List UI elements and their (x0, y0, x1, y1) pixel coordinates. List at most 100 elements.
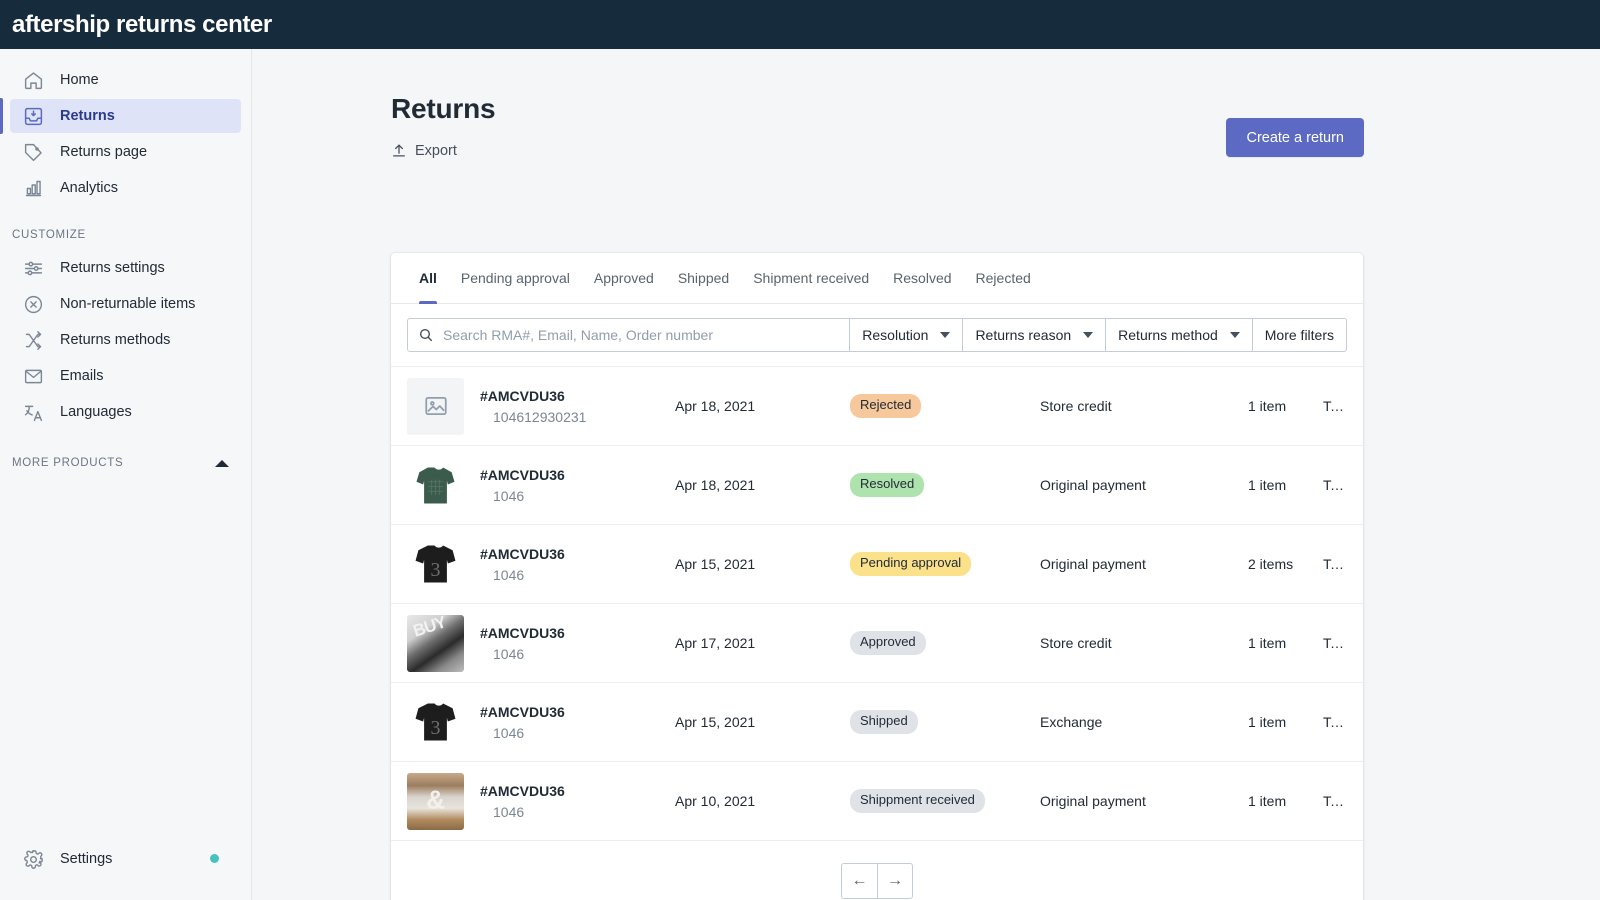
create-a-return-button[interactable]: Create a return (1226, 118, 1364, 157)
sidebar-item-home[interactable]: Home (10, 63, 241, 97)
resolution-cell: Store credit (1040, 398, 1248, 414)
tab-all[interactable]: All (407, 253, 449, 304)
tab-rejected[interactable]: Rejected (964, 253, 1043, 304)
rma-number: #AMCVDU36 (480, 625, 675, 641)
tab-pending-approval[interactable]: Pending approval (449, 253, 582, 304)
sidebar-item-label: Settings (60, 851, 112, 867)
tab-approved[interactable]: Approved (582, 253, 666, 304)
tab-shipment-received[interactable]: Shipment received (741, 253, 881, 304)
translate-icon (22, 401, 44, 423)
order-number: 1046 (480, 488, 675, 504)
status-badge: Pending approval (850, 552, 971, 576)
pagination-group: ← → (841, 863, 913, 899)
order-number: 104612930231 (480, 409, 675, 425)
sidebar-item-label: Analytics (60, 180, 118, 196)
item-count-cell: 1 item (1248, 635, 1323, 651)
filter-returns-reason-button[interactable]: Returns reason (963, 318, 1106, 352)
sidebar-item-returns-page[interactable]: Returns page (10, 135, 241, 169)
sidebar-item-emails[interactable]: Emails (10, 359, 241, 393)
item-count-cell: 1 item (1248, 793, 1323, 809)
page-header: Returns Export Create a return (252, 49, 1600, 159)
return-date: Apr 15, 2021 (675, 714, 850, 730)
gear-icon (22, 848, 44, 870)
chevron-down-icon (1230, 332, 1240, 338)
customer-cell: Tester Poon (1323, 635, 1347, 651)
envelope-icon (22, 365, 44, 387)
table-row[interactable]: #AMCVDU36 1046 Apr 10, 2021 Shippment re… (391, 761, 1363, 840)
previous-page-button[interactable]: ← (841, 863, 877, 899)
chevron-down-icon (940, 332, 950, 338)
chevron-up-icon[interactable] (215, 460, 229, 467)
rma-number: #AMCVDU36 (480, 388, 675, 404)
return-date: Apr 18, 2021 (675, 477, 850, 493)
resolution-cell: Original payment (1040, 556, 1248, 572)
table-row[interactable]: 3 #AMCVDU36 1046 Apr 15, 2021 Pending ap… (391, 524, 1363, 603)
next-page-button[interactable]: → (877, 863, 913, 899)
order-number: 1046 (480, 567, 675, 583)
tab-resolved[interactable]: Resolved (881, 253, 963, 304)
more-products-label: MORE PRODUCTS (12, 457, 123, 469)
status-badge: Shippment received (850, 789, 985, 813)
sidebar-item-returns-settings[interactable]: Returns settings (10, 251, 241, 285)
product-thumbnail: 3 (407, 536, 464, 593)
order-number: 1046 (480, 725, 675, 741)
product-thumbnail (407, 378, 464, 435)
black-tshirt-thumbnail: 3 (407, 694, 464, 751)
settings-notification-dot (210, 854, 219, 863)
green-tshirt-thumbnail (407, 457, 464, 514)
table-row[interactable]: 3 #AMCVDU36 1046 Apr 15, 2021 Shipped Ex… (391, 682, 1363, 761)
sidebar-item-returns[interactable]: Returns (10, 99, 241, 133)
return-identifier: #AMCVDU36 1046 (480, 704, 675, 741)
sidebar-item-label: Home (60, 72, 99, 88)
warm-photo-thumbnail (407, 773, 464, 830)
product-thumbnail (407, 773, 464, 830)
item-count-cell: 2 items (1248, 556, 1323, 572)
sidebar-item-label: Returns settings (60, 260, 165, 276)
sidebar-customize-group: Returns settings Non-returnable items Re… (0, 251, 251, 429)
resolution-cell: Original payment (1040, 793, 1248, 809)
main-content: Returns Export Create a return All Pendi… (252, 49, 1600, 900)
more-filters-button[interactable]: More filters (1253, 318, 1347, 352)
table-row[interactable]: #AMCVDU36 1046 Apr 18, 2021 Resolved Ori… (391, 445, 1363, 524)
sidebar-item-label: Non-returnable items (60, 296, 195, 312)
svg-text:3: 3 (431, 716, 441, 738)
status-cell: Pending approval (850, 552, 1040, 576)
sidebar-primary-group: Home Returns Returns page Analytics (0, 49, 251, 205)
pagination-bar: ← → (391, 840, 1363, 900)
customer-cell: Tester Poon (1323, 477, 1347, 493)
export-button[interactable]: Export (391, 142, 457, 159)
return-identifier: #AMCVDU36 104612930231 (480, 388, 675, 425)
sidebar-item-non-returnable-items[interactable]: Non-returnable items (10, 287, 241, 321)
table-row[interactable]: #AMCVDU36 1046 Apr 17, 2021 Approved Sto… (391, 603, 1363, 682)
product-thumbnail (407, 457, 464, 514)
resolution-cell: Store credit (1040, 635, 1248, 651)
item-count-cell: 1 item (1248, 398, 1323, 414)
table-row[interactable]: #AMCVDU36 104612930231 Apr 18, 2021 Reje… (391, 366, 1363, 445)
search-input[interactable] (443, 327, 839, 343)
return-date: Apr 18, 2021 (675, 398, 850, 414)
tag-icon (22, 141, 44, 163)
status-cell: Approved (850, 631, 1040, 655)
sidebar-item-returns-methods[interactable]: Returns methods (10, 323, 241, 357)
sidebar-item-languages[interactable]: Languages (10, 395, 241, 429)
filter-resolution-button[interactable]: Resolution (850, 318, 963, 352)
sidebar-item-label: Returns methods (60, 332, 170, 348)
sidebar-item-settings[interactable]: Settings (10, 842, 241, 876)
search-field-wrapper[interactable] (407, 318, 850, 352)
return-identifier: #AMCVDU36 1046 (480, 467, 675, 504)
rma-number: #AMCVDU36 (480, 467, 675, 483)
status-badge: Shipped (850, 710, 918, 734)
customer-cell: Tester Poon (1323, 556, 1347, 572)
status-cell: Shipped (850, 710, 1040, 734)
page-title: Returns (391, 93, 1600, 125)
sidebar-section-more-products[interactable]: MORE PRODUCTS (0, 431, 251, 477)
resolution-cell: Original payment (1040, 477, 1248, 493)
sidebar-item-analytics[interactable]: Analytics (10, 171, 241, 205)
status-badge: Resolved (850, 473, 924, 497)
grayscale-photo-thumbnail (407, 615, 464, 672)
filter-returns-method-button[interactable]: Returns method (1106, 318, 1253, 352)
black-tshirt-thumbnail: 3 (407, 536, 464, 593)
shuffle-icon (22, 329, 44, 351)
tab-shipped[interactable]: Shipped (666, 253, 741, 304)
home-icon (22, 69, 44, 91)
